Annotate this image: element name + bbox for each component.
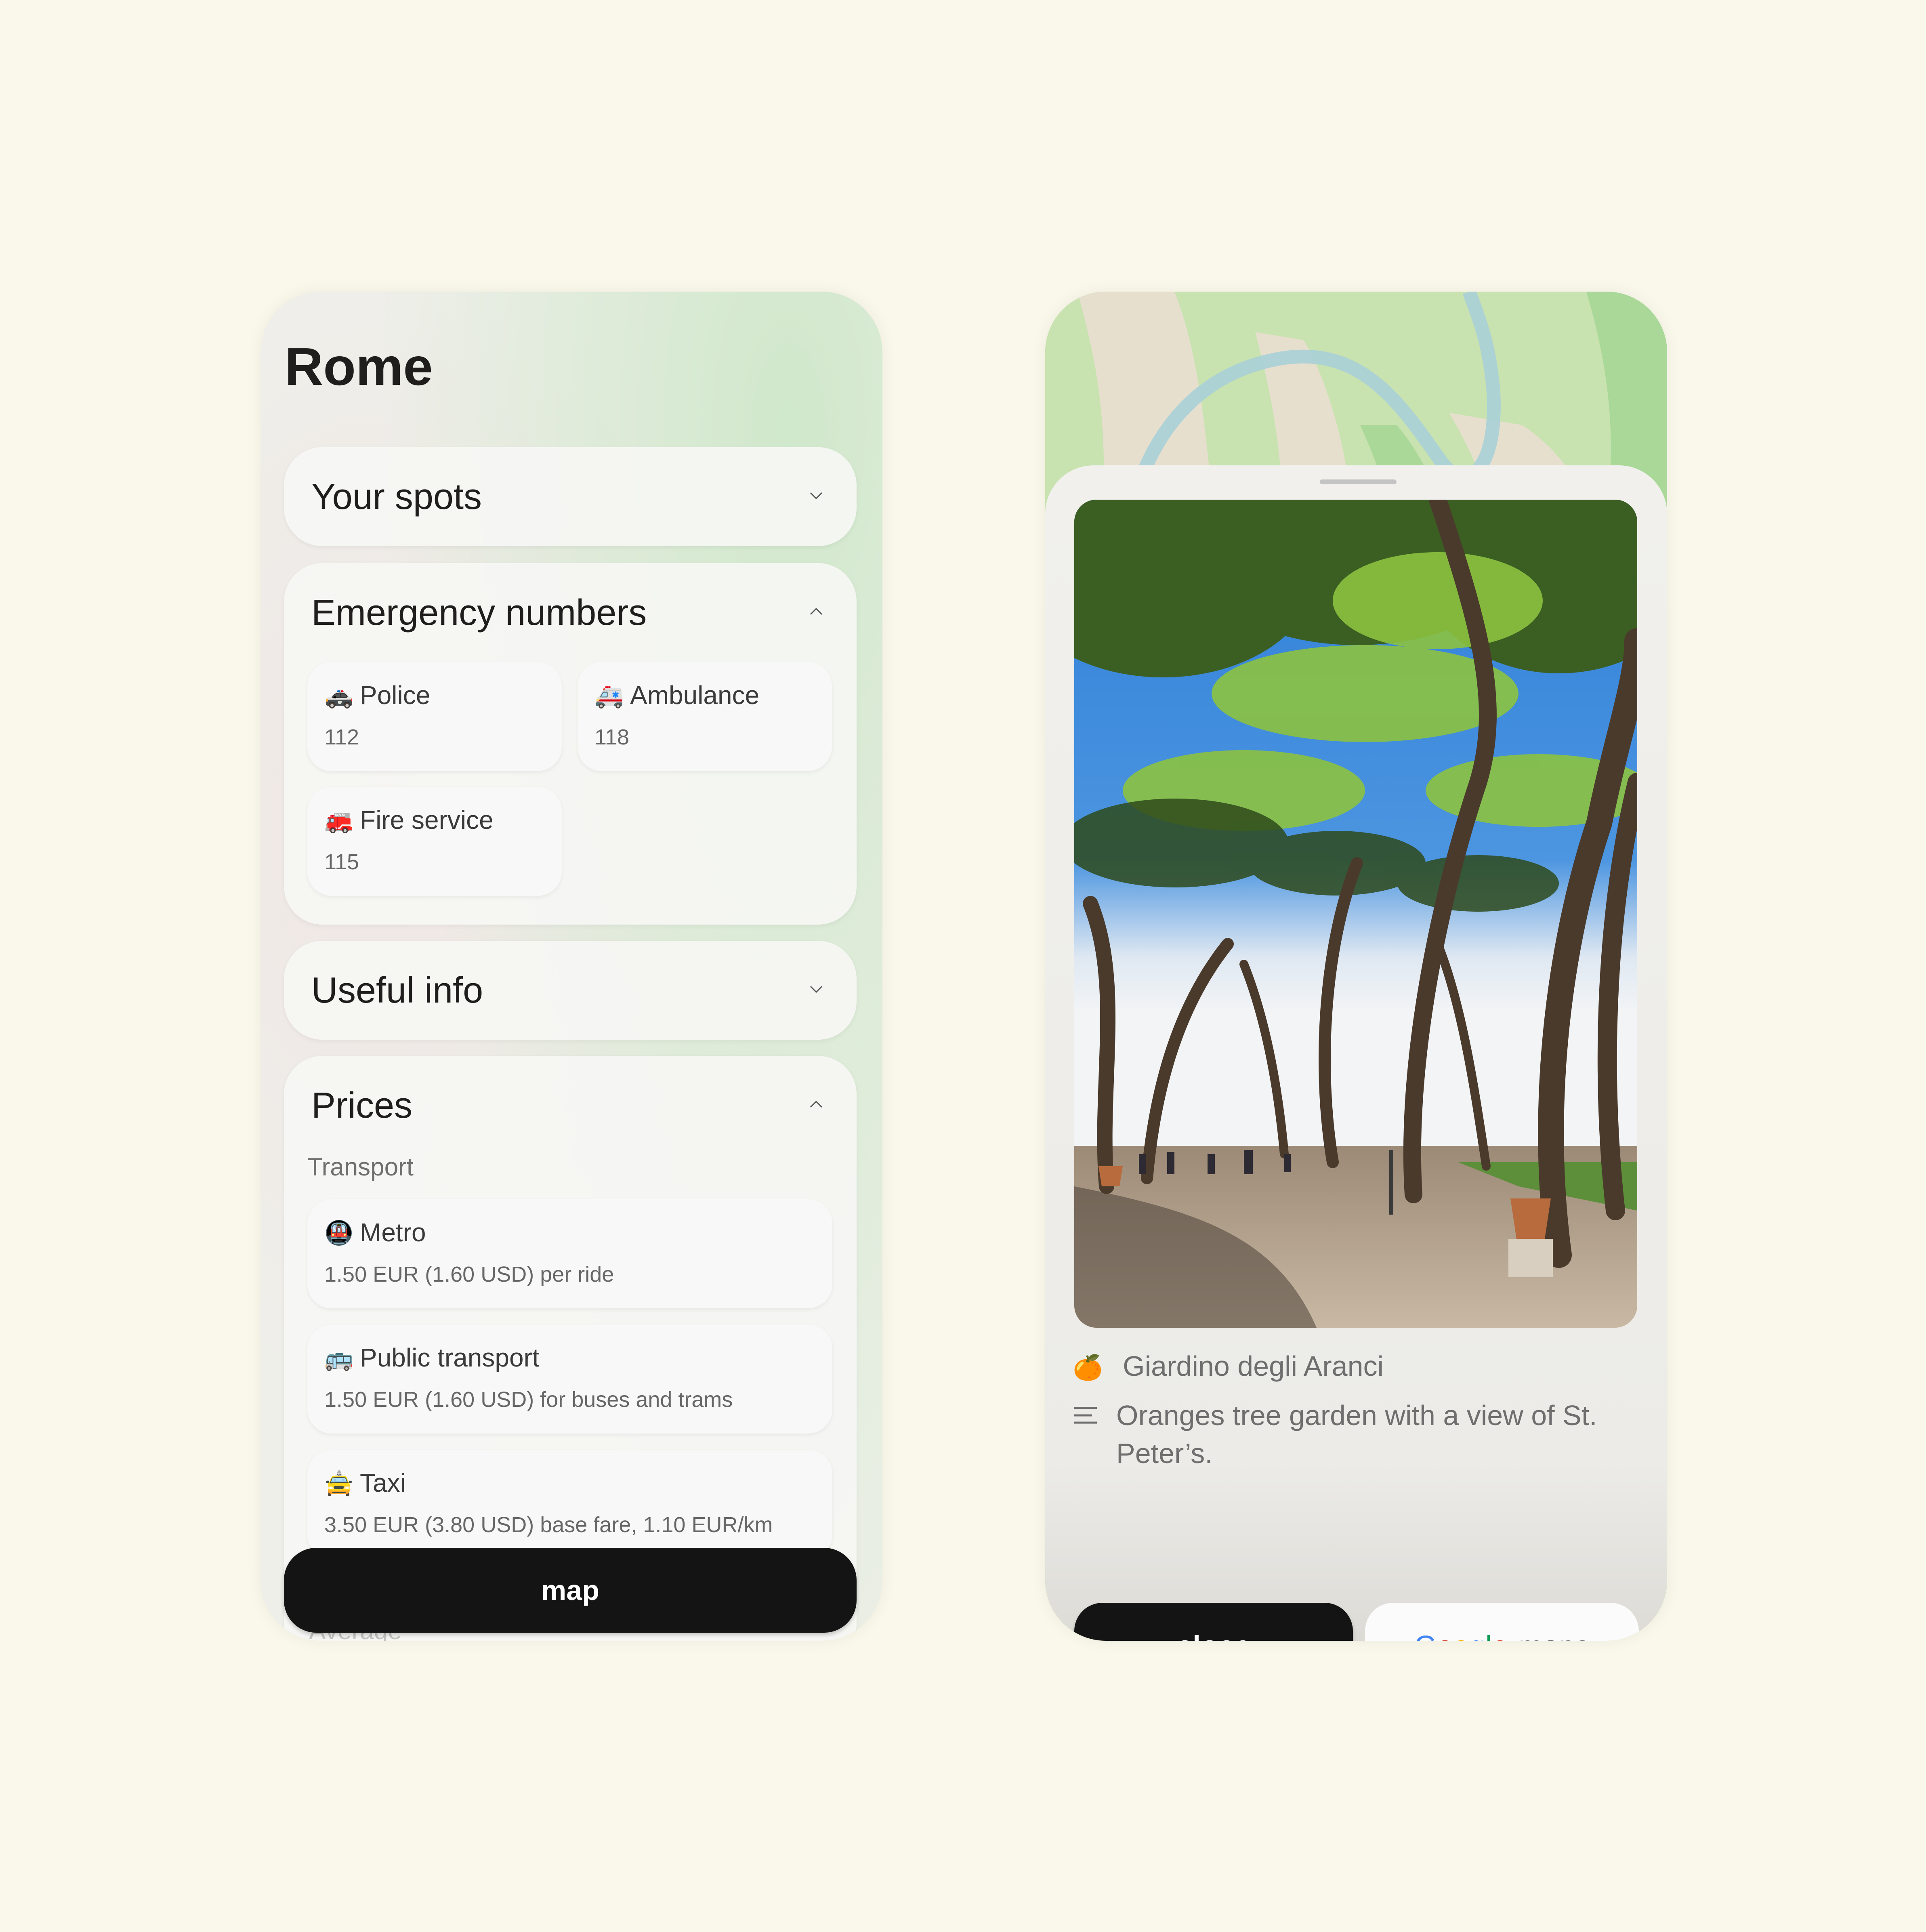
city-guide-screen: Rome Your spots Emergency numbers 🚓 Poli… [260, 292, 882, 1641]
chevron-down-icon[interactable] [808, 981, 824, 997]
section-useful-info[interactable]: Useful info [284, 941, 857, 1040]
phone-number: 115 [324, 850, 359, 874]
emergency-card-police[interactable]: 🚓 Police 112 [307, 662, 562, 771]
bus-icon: 🚌 [324, 1345, 354, 1371]
price-text: 3.50 EUR (3.80 USD) base fare, 1.10 EUR/… [324, 1513, 773, 1537]
card-label: Ambulance [630, 681, 760, 710]
section-your-spots[interactable]: Your spots [284, 447, 857, 546]
taxi-icon: 🚖 [324, 1470, 354, 1497]
place-name: Giardino degli Aranci [1123, 1350, 1384, 1382]
google-maps-button[interactable]: Google maps [1365, 1603, 1639, 1641]
place-description: Oranges tree garden with a view of St. P… [1116, 1400, 1597, 1469]
emergency-card-fire-service[interactable]: 🚒 Fire service 115 [307, 787, 562, 896]
chevron-up-icon[interactable] [808, 603, 824, 620]
section-title: Emergency numbers [311, 593, 647, 633]
price-card-taxi[interactable]: 🚖 Taxi 3.50 EUR (3.80 USD) base fare, 1.… [307, 1450, 832, 1559]
place-photo [1074, 500, 1637, 1328]
card-label: Police [360, 681, 431, 710]
price-card-public-transport[interactable]: 🚌 Public transport 1.50 EUR (1.60 USD) f… [307, 1324, 832, 1434]
phone-number: 118 [594, 725, 630, 749]
maps-label: maps [1519, 1630, 1590, 1641]
text-lines-icon [1073, 1400, 1098, 1438]
phone-number: 112 [324, 725, 359, 749]
section-title: Prices [311, 1085, 413, 1126]
chevron-down-icon[interactable] [808, 488, 824, 504]
orange-icon: 🍊 [1073, 1354, 1103, 1381]
section-header[interactable]: Prices [284, 1056, 857, 1155]
card-label: Fire service [360, 805, 494, 835]
close-button[interactable]: close [1074, 1603, 1353, 1641]
city-title: Rome [285, 337, 433, 396]
fire-engine-icon: 🚒 [324, 807, 354, 834]
subsection-label: Transport [307, 1153, 414, 1181]
place-name-row: 🍊 Giardino degli Aranci [1073, 1350, 1384, 1382]
place-detail-screen: 🍊 Giardino degli Aranci Oranges tree gar… [1045, 292, 1667, 1641]
section-emergency-numbers: Emergency numbers 🚓 Police 112 🚑 Ambulan… [284, 563, 857, 925]
drag-handle[interactable] [1320, 479, 1397, 484]
price-text: 1.50 EUR (1.60 USD) per ride [324, 1262, 614, 1287]
police-car-icon: 🚓 [324, 683, 354, 709]
place-sheet: 🍊 Giardino degli Aranci Oranges tree gar… [1045, 465, 1667, 1641]
section-header[interactable]: Emergency numbers [284, 563, 857, 662]
metro-icon: 🚇 [324, 1220, 354, 1246]
price-text: 1.50 EUR (1.60 USD) for buses and trams [324, 1388, 733, 1412]
card-label: Public transport [360, 1343, 540, 1372]
google-logo: Google [1414, 1630, 1508, 1641]
section-title: Useful info [311, 970, 483, 1011]
emergency-card-ambulance[interactable]: 🚑 Ambulance 118 [578, 662, 832, 771]
section-title: Your spots [311, 477, 482, 517]
map-button[interactable]: map [284, 1548, 857, 1633]
ambulance-icon: 🚑 [594, 683, 624, 709]
card-label: Metro [360, 1218, 426, 1247]
chevron-up-icon[interactable] [808, 1096, 824, 1112]
card-label: Taxi [360, 1468, 406, 1497]
price-card-metro[interactable]: 🚇 Metro 1.50 EUR (1.60 USD) per ride [307, 1199, 832, 1308]
